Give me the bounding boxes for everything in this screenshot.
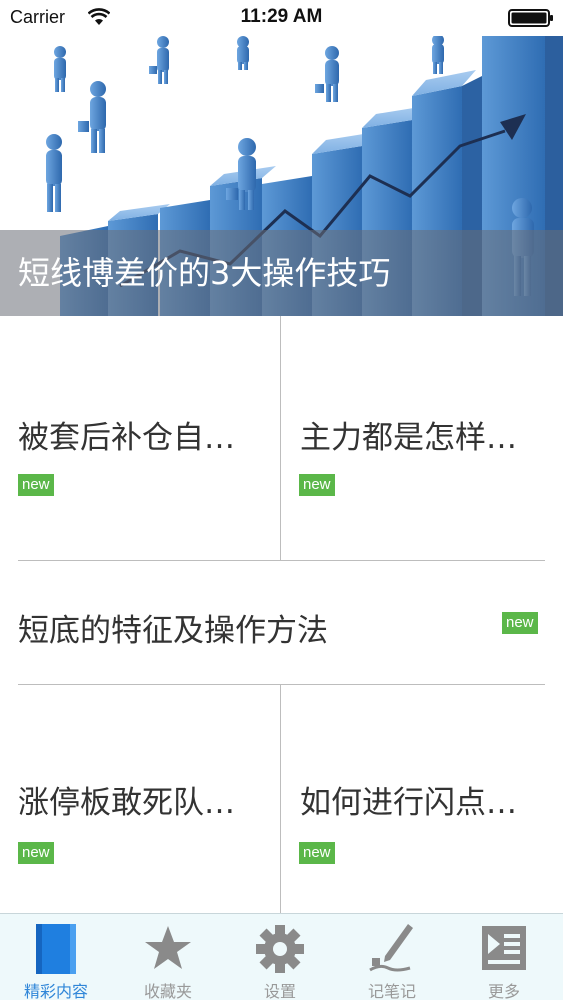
article-card-5[interactable]: 如何进行闪点… new [281, 685, 563, 913]
grid-divider [280, 685, 281, 913]
status-time: 11:29 AM [240, 6, 323, 27]
article-title: 涨停板敢死队… [18, 785, 235, 821]
tab-notes[interactable]: 记笔记 [336, 914, 448, 1000]
more-list-icon [482, 926, 526, 970]
new-badge: new [299, 474, 335, 496]
article-card-4[interactable]: 涨停板敢死队… new [0, 685, 280, 913]
battery-icon [508, 9, 553, 27]
grid-divider [280, 316, 281, 560]
article-title: 被套后补仓自… [18, 420, 235, 456]
tab-more[interactable]: 更多 [448, 914, 560, 1000]
tab-label: 更多 [487, 982, 520, 1000]
status-bar: Carrier 11:29 AM [0, 0, 563, 36]
new-badge: new [502, 612, 538, 634]
new-badge: new [18, 842, 54, 864]
article-card-2[interactable]: 主力都是怎样… new [281, 316, 563, 560]
article-card-3[interactable]: 短底的特征及操作方法 new [0, 561, 563, 684]
tab-featured[interactable]: 精彩内容 [0, 914, 112, 1000]
article-title: 主力都是怎样… [300, 420, 517, 456]
tab-bar: 精彩内容 收藏夹 设置 记笔记 更多 [0, 913, 563, 1000]
pen-icon [369, 924, 413, 972]
tab-label: 精彩内容 [23, 982, 88, 1000]
tab-label: 设置 [263, 982, 296, 1000]
grid-divider [18, 560, 545, 561]
grid-divider [18, 684, 545, 685]
gear-icon [256, 925, 304, 973]
tab-label: 收藏夹 [143, 982, 192, 1000]
article-title: 短底的特征及操作方法 [18, 613, 328, 649]
hero-title: 短线博差价的3大操作技巧 [18, 254, 391, 292]
hero-banner[interactable]: 短线博差价的3大操作技巧 [0, 36, 563, 316]
article-title: 如何进行闪点… [300, 785, 517, 821]
book-icon [36, 924, 76, 974]
tab-label: 记笔记 [367, 982, 416, 1000]
new-badge: new [299, 842, 335, 864]
new-badge: new [18, 474, 54, 496]
article-card-1[interactable]: 被套后补仓自… new [0, 316, 280, 560]
tab-favorites[interactable]: 收藏夹 [112, 914, 224, 1000]
tab-settings[interactable]: 设置 [224, 914, 336, 1000]
star-icon [145, 926, 191, 969]
hero-caption-overlay: 短线博差价的3大操作技巧 [0, 230, 563, 316]
